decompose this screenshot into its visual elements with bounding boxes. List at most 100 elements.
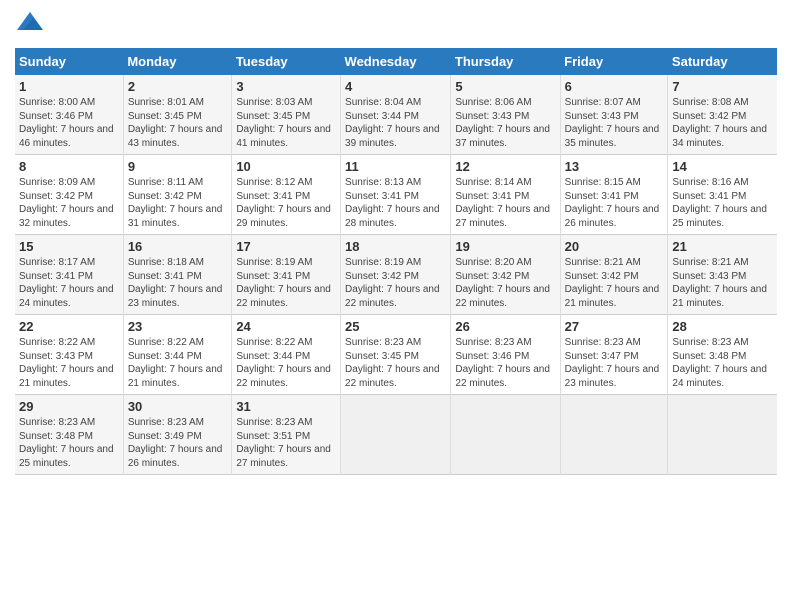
calendar-cell: 13 Sunrise: 8:15 AMSunset: 3:41 PMDayligh… xyxy=(560,155,668,235)
day-number: 22 xyxy=(19,319,119,334)
day-number: 15 xyxy=(19,239,119,254)
calendar-cell: 8Sunrise: 8:09 AMSunset: 3:42 PMDaylight… xyxy=(15,155,123,235)
day-info: Sunrise: 8:21 AMSunset: 3:42 PMDaylight:… xyxy=(565,256,664,310)
calendar-cell: 10 Sunrise: 8:12 AMSunset: 3:41 PMDayligh… xyxy=(232,155,341,235)
day-info: Sunrise: 8:07 AMSunset: 3:43 PMDaylight:… xyxy=(565,96,664,150)
calendar-cell: 7 Sunrise: 8:08 AMSunset: 3:42 PMDaylight… xyxy=(668,75,777,155)
header-monday: Monday xyxy=(123,48,232,75)
day-number: 30 xyxy=(128,399,228,414)
day-info: Sunrise: 8:22 AMSunset: 3:44 PMDaylight:… xyxy=(236,336,336,390)
day-number: 17 xyxy=(236,239,336,254)
calendar-cell: 23 Sunrise: 8:22 AMSunset: 3:44 PMDayligh… xyxy=(123,315,232,395)
page-header xyxy=(15,10,777,40)
calendar-cell: 28 Sunrise: 8:23 AMSunset: 3:48 PMDayligh… xyxy=(668,315,777,395)
header-wednesday: Wednesday xyxy=(341,48,451,75)
header-saturday: Saturday xyxy=(668,48,777,75)
day-number: 24 xyxy=(236,319,336,334)
calendar-cell: 26 Sunrise: 8:23 AMSunset: 3:46 PMDayligh… xyxy=(451,315,560,395)
calendar-week-4: 22Sunrise: 8:22 AMSunset: 3:43 PMDayligh… xyxy=(15,315,777,395)
calendar-cell: 9 Sunrise: 8:11 AMSunset: 3:42 PMDaylight… xyxy=(123,155,232,235)
day-info: Sunrise: 8:22 AMSunset: 3:44 PMDaylight:… xyxy=(128,336,228,390)
day-number: 16 xyxy=(128,239,228,254)
calendar-cell: 14 Sunrise: 8:16 AMSunset: 3:41 PMDayligh… xyxy=(668,155,777,235)
calendar-cell: 15 Sunrise: 8:17 AMSunset: 3:41 PMDayligh… xyxy=(15,235,123,315)
day-info: Sunrise: 8:16 AMSunset: 3:41 PMDaylight:… xyxy=(672,176,773,230)
calendar-cell: 12 Sunrise: 8:14 AMSunset: 3:41 PMDayligh… xyxy=(451,155,560,235)
calendar-week-3: 15 Sunrise: 8:17 AMSunset: 3:41 PMDayligh… xyxy=(15,235,777,315)
day-number: 14 xyxy=(672,159,773,174)
day-info: Sunrise: 8:00 AMSunset: 3:46 PMDaylight:… xyxy=(19,96,119,150)
header-thursday: Thursday xyxy=(451,48,560,75)
day-info: Sunrise: 8:04 AMSunset: 3:44 PMDaylight:… xyxy=(345,96,446,150)
calendar-cell xyxy=(668,395,777,475)
day-info: Sunrise: 8:09 AMSunset: 3:42 PMDaylight:… xyxy=(19,176,119,230)
day-number: 20 xyxy=(565,239,664,254)
calendar-cell xyxy=(341,395,451,475)
calendar-cell: 4 Sunrise: 8:04 AMSunset: 3:44 PMDaylight… xyxy=(341,75,451,155)
calendar-cell: 30 Sunrise: 8:23 AMSunset: 3:49 PMDayligh… xyxy=(123,395,232,475)
calendar-cell: 20 Sunrise: 8:21 AMSunset: 3:42 PMDayligh… xyxy=(560,235,668,315)
header-sunday: Sunday xyxy=(15,48,123,75)
calendar-cell: 6 Sunrise: 8:07 AMSunset: 3:43 PMDaylight… xyxy=(560,75,668,155)
calendar-cell: 22Sunrise: 8:22 AMSunset: 3:43 PMDayligh… xyxy=(15,315,123,395)
day-number: 6 xyxy=(565,79,664,94)
calendar-week-2: 8Sunrise: 8:09 AMSunset: 3:42 PMDaylight… xyxy=(15,155,777,235)
day-info: Sunrise: 8:23 AMSunset: 3:48 PMDaylight:… xyxy=(672,336,773,390)
day-number: 7 xyxy=(672,79,773,94)
day-info: Sunrise: 8:23 AMSunset: 3:46 PMDaylight:… xyxy=(455,336,555,390)
day-info: Sunrise: 8:12 AMSunset: 3:41 PMDaylight:… xyxy=(236,176,336,230)
day-number: 13 xyxy=(565,159,664,174)
calendar-table: Sunday Monday Tuesday Wednesday Thursday… xyxy=(15,48,777,475)
day-number: 4 xyxy=(345,79,446,94)
calendar-cell: 31 Sunrise: 8:23 AMSunset: 3:51 PMDayligh… xyxy=(232,395,341,475)
day-number: 23 xyxy=(128,319,228,334)
day-info: Sunrise: 8:13 AMSunset: 3:41 PMDaylight:… xyxy=(345,176,446,230)
day-info: Sunrise: 8:23 AMSunset: 3:49 PMDaylight:… xyxy=(128,416,228,470)
calendar-cell: 16 Sunrise: 8:18 AMSunset: 3:41 PMDayligh… xyxy=(123,235,232,315)
calendar-cell: 1 Sunrise: 8:00 AMSunset: 3:46 PMDaylight… xyxy=(15,75,123,155)
day-info: Sunrise: 8:14 AMSunset: 3:41 PMDaylight:… xyxy=(455,176,555,230)
day-info: Sunrise: 8:15 AMSunset: 3:41 PMDaylight:… xyxy=(565,176,664,230)
day-info: Sunrise: 8:11 AMSunset: 3:42 PMDaylight:… xyxy=(128,176,228,230)
calendar-cell: 19Sunrise: 8:20 AMSunset: 3:42 PMDayligh… xyxy=(451,235,560,315)
page-container: Sunday Monday Tuesday Wednesday Thursday… xyxy=(0,0,792,485)
day-info: Sunrise: 8:06 AMSunset: 3:43 PMDaylight:… xyxy=(455,96,555,150)
day-number: 25 xyxy=(345,319,446,334)
day-number: 31 xyxy=(236,399,336,414)
day-info: Sunrise: 8:01 AMSunset: 3:45 PMDaylight:… xyxy=(128,96,228,150)
calendar-week-1: 1 Sunrise: 8:00 AMSunset: 3:46 PMDaylight… xyxy=(15,75,777,155)
calendar-cell xyxy=(451,395,560,475)
day-info: Sunrise: 8:18 AMSunset: 3:41 PMDaylight:… xyxy=(128,256,228,310)
day-number: 26 xyxy=(455,319,555,334)
calendar-week-5: 29Sunrise: 8:23 AMSunset: 3:48 PMDayligh… xyxy=(15,395,777,475)
day-info: Sunrise: 8:17 AMSunset: 3:41 PMDaylight:… xyxy=(19,256,119,310)
calendar-cell: 5Sunrise: 8:06 AMSunset: 3:43 PMDaylight… xyxy=(451,75,560,155)
day-number: 12 xyxy=(455,159,555,174)
day-info: Sunrise: 8:03 AMSunset: 3:45 PMDaylight:… xyxy=(236,96,336,150)
logo-icon xyxy=(15,10,45,40)
day-number: 2 xyxy=(128,79,228,94)
day-number: 27 xyxy=(565,319,664,334)
calendar-cell: 11Sunrise: 8:13 AMSunset: 3:41 PMDayligh… xyxy=(341,155,451,235)
header-row: Sunday Monday Tuesday Wednesday Thursday… xyxy=(15,48,777,75)
day-info: Sunrise: 8:20 AMSunset: 3:42 PMDaylight:… xyxy=(455,256,555,310)
day-number: 1 xyxy=(19,79,119,94)
logo xyxy=(15,10,49,40)
header-tuesday: Tuesday xyxy=(232,48,341,75)
day-number: 9 xyxy=(128,159,228,174)
day-info: Sunrise: 8:23 AMSunset: 3:45 PMDaylight:… xyxy=(345,336,446,390)
calendar-cell: 3 Sunrise: 8:03 AMSunset: 3:45 PMDaylight… xyxy=(232,75,341,155)
calendar-cell: 27 Sunrise: 8:23 AMSunset: 3:47 PMDayligh… xyxy=(560,315,668,395)
day-number: 3 xyxy=(236,79,336,94)
day-number: 18 xyxy=(345,239,446,254)
day-info: Sunrise: 8:23 AMSunset: 3:47 PMDaylight:… xyxy=(565,336,664,390)
calendar-cell: 17 Sunrise: 8:19 AMSunset: 3:41 PMDayligh… xyxy=(232,235,341,315)
calendar-cell xyxy=(560,395,668,475)
day-number: 28 xyxy=(672,319,773,334)
day-info: Sunrise: 8:23 AMSunset: 3:51 PMDaylight:… xyxy=(236,416,336,470)
day-info: Sunrise: 8:08 AMSunset: 3:42 PMDaylight:… xyxy=(672,96,773,150)
day-info: Sunrise: 8:21 AMSunset: 3:43 PMDaylight:… xyxy=(672,256,773,310)
day-number: 10 xyxy=(236,159,336,174)
calendar-cell: 29Sunrise: 8:23 AMSunset: 3:48 PMDayligh… xyxy=(15,395,123,475)
day-info: Sunrise: 8:19 AMSunset: 3:41 PMDaylight:… xyxy=(236,256,336,310)
